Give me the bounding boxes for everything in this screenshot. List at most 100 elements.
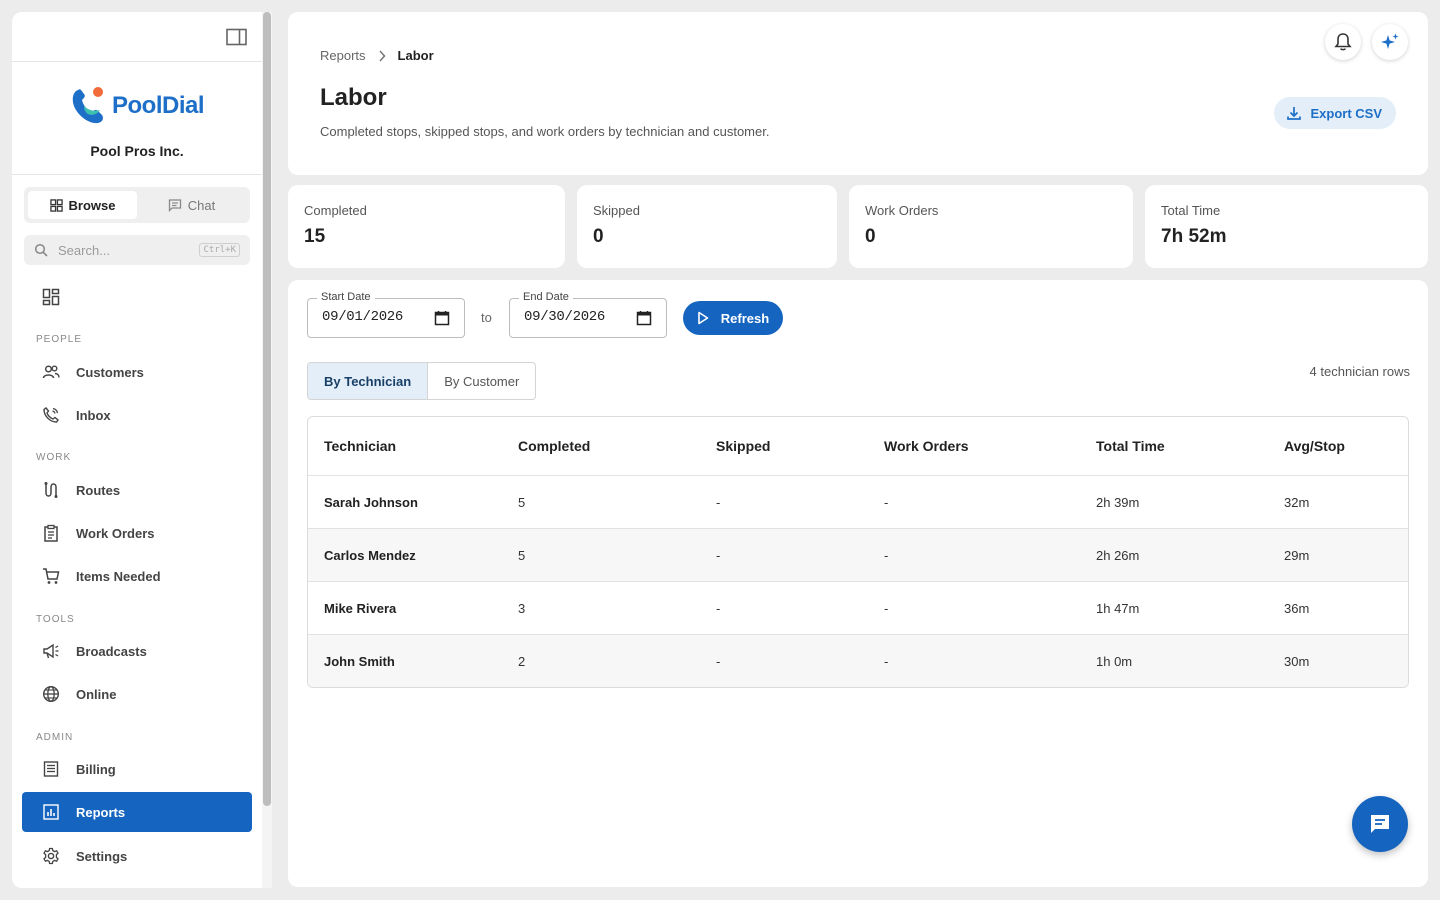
browse-tab[interactable]: Browse (28, 191, 137, 219)
cell-work-orders: - (884, 547, 889, 563)
cell-completed: 5 (518, 494, 526, 510)
page-title: Labor (320, 84, 387, 111)
start-date-field[interactable]: Start Date 09/01/2026 (307, 291, 465, 338)
stat-value: 7h 52m (1161, 226, 1227, 247)
column-header-completed[interactable]: Completed (518, 417, 590, 475)
export-label: Export CSV (1310, 105, 1382, 121)
sidebar-item-label: Items Needed (76, 568, 161, 584)
people-icon (42, 365, 60, 379)
cell-technician: Mike Rivera (324, 600, 397, 616)
sidebar-item-inbox[interactable]: Inbox (22, 395, 252, 435)
dashboard-icon (42, 288, 60, 306)
refresh-button[interactable]: Refresh (683, 301, 783, 335)
sidebar-item-items-needed[interactable]: Items Needed (22, 556, 252, 596)
tab-by-technician[interactable]: By Technician (308, 363, 429, 399)
sidebar-item-work-orders[interactable]: Work Orders (22, 513, 252, 553)
cell-skipped: - (716, 654, 721, 669)
column-header-work-orders[interactable]: Work Orders (884, 417, 969, 475)
labor-report-panel: Start Date 09/01/2026 to End Date 09/30/… (288, 280, 1428, 887)
table-row[interactable]: John Smith 2 - - 1h 0m 30m (308, 635, 1408, 687)
refresh-label: Refresh (720, 310, 770, 326)
cell-total-time: 2h 39m (1096, 494, 1140, 510)
table-row[interactable]: Sarah Johnson 5 - - 2h 39m 32m (308, 476, 1408, 529)
end-date-field[interactable]: End Date 09/30/2026 (509, 291, 667, 338)
cell-avg-stop: 36m (1284, 600, 1310, 616)
sidebar-item-label: Settings (76, 848, 128, 864)
start-date-value[interactable]: 09/01/2026 (322, 309, 403, 325)
sidebar-top-bar (12, 12, 262, 62)
view-tabs: By Technician By Customer (307, 362, 537, 400)
sidebar-item-label: Billing (76, 761, 116, 777)
cell-skipped: - (716, 600, 721, 616)
assistant-button[interactable] (1372, 24, 1408, 60)
download-icon (1287, 107, 1302, 120)
browse-label: Browse (68, 197, 116, 213)
org-name: Pool Pros Inc. (90, 143, 184, 159)
sidebar-item-settings[interactable]: Settings (22, 836, 252, 876)
table-row[interactable]: Mike Rivera 3 - - 1h 47m 36m (308, 582, 1408, 635)
page-header: Reports Labor Labor Completed stops, ski… (288, 12, 1428, 175)
pooldial-logo[interactable]: PoolDial (70, 84, 205, 128)
tab-by-customer[interactable]: By Customer (428, 363, 535, 399)
sidebar-item-label: Inbox (76, 407, 111, 423)
play-icon (697, 311, 709, 325)
sidebar-item-broadcasts[interactable]: Broadcasts (22, 631, 252, 671)
end-date-value[interactable]: 09/30/2026 (524, 309, 605, 325)
breadcrumb-current: Labor (397, 48, 434, 63)
sidebar-item-label: Reports (76, 804, 126, 820)
sidebar-item-billing[interactable]: Billing (22, 749, 252, 789)
sidebar-item-routes[interactable]: Routes (22, 470, 252, 510)
sidebar-item-dashboard[interactable] (22, 277, 252, 317)
sidebar-item-label: Work Orders (76, 525, 155, 541)
cell-work-orders: - (884, 600, 889, 616)
export-csv-button[interactable]: Export CSV (1274, 97, 1396, 129)
cell-avg-stop: 32m (1284, 494, 1310, 510)
cell-completed: 2 (518, 654, 526, 669)
mode-segmented-control: Browse Chat (24, 187, 250, 223)
calendar-icon[interactable] (636, 310, 652, 326)
logo-text: PoolDial (111, 92, 205, 119)
sidebar-scrollbar-thumb[interactable] (263, 12, 271, 806)
chat-tab[interactable]: Chat (137, 191, 246, 219)
column-header-total-time[interactable]: Total Time (1096, 417, 1165, 475)
row-count: 4 technician rows (1309, 364, 1410, 379)
calendar-icon[interactable] (434, 310, 450, 326)
panel-toggle-icon[interactable] (226, 28, 248, 46)
table-header-row: Technician Completed Skipped Work Orders… (308, 417, 1408, 476)
search-bar[interactable]: Search... Ctrl+K (24, 235, 250, 265)
gear-icon (43, 847, 59, 865)
cell-technician: Carlos Mendez (324, 547, 416, 563)
cell-total-time: 1h 47m (1096, 600, 1140, 616)
route-icon (44, 482, 58, 498)
cell-avg-stop: 29m (1284, 547, 1310, 563)
sidebar-item-online[interactable]: Online (22, 674, 252, 714)
receipt-icon (43, 761, 59, 777)
chevron-right-icon (378, 49, 386, 62)
page-subtitle: Completed stops, skipped stops, and work… (320, 124, 770, 139)
chat-fab-button[interactable] (1352, 796, 1408, 852)
sidebar-item-customers[interactable]: Customers (22, 352, 252, 392)
sidebar-item-reports[interactable]: Reports (22, 792, 252, 832)
column-header-avg-stop[interactable]: Avg/Stop (1284, 417, 1345, 475)
end-date-label: End Date (519, 291, 573, 303)
table-row[interactable]: Carlos Mendez 5 - - 2h 26m 29m (308, 529, 1408, 582)
date-range-separator: to (481, 310, 492, 325)
breadcrumb-reports-link[interactable]: Reports (320, 48, 366, 63)
stat-card-work-orders: Work Orders 0 (849, 185, 1133, 268)
cell-skipped: - (716, 547, 721, 563)
brand-block: PoolDial Pool Pros Inc. (12, 62, 262, 175)
stat-value: 0 (593, 226, 604, 247)
column-header-skipped[interactable]: Skipped (716, 417, 770, 475)
sidebar-item-label: Customers (76, 364, 144, 380)
sidebar-item-label: Online (76, 686, 117, 702)
bell-icon (1334, 33, 1352, 51)
search-input[interactable]: Search... (58, 243, 189, 258)
cell-total-time: 2h 26m (1096, 547, 1140, 563)
search-icon (34, 243, 48, 257)
phone-logo-icon (72, 87, 103, 124)
sidebar: PoolDial Pool Pros Inc. Browse Chat Sear… (12, 12, 262, 888)
column-header-technician[interactable]: Technician (324, 417, 396, 475)
notifications-button[interactable] (1325, 24, 1361, 60)
start-date-label: Start Date (317, 291, 375, 303)
chat-bubble-icon (1371, 815, 1389, 833)
